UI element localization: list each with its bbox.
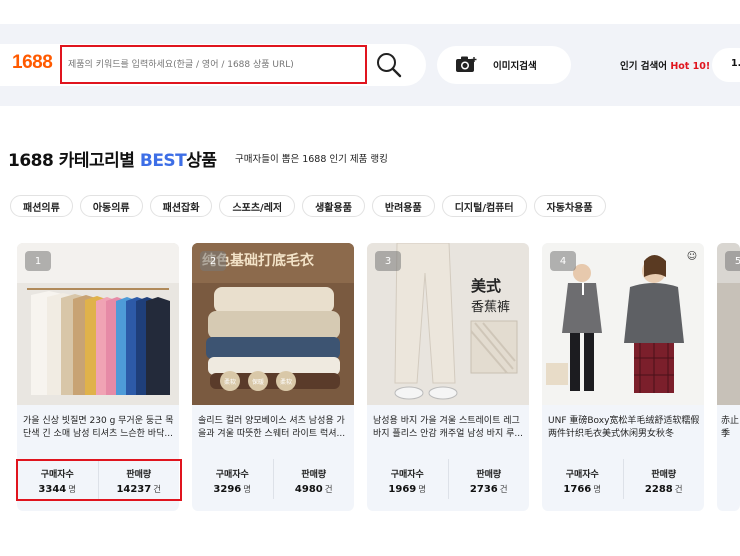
product-title[interactable]: 赤止季20 [721,415,740,441]
sales-stat: 판매량 2288 건 [622,459,705,499]
badge-comfort: 柔软 [280,378,292,386]
sales-stat: 판매량 4980 건 [272,459,355,499]
section-title: 1688 카테고리별 BEST상품 [8,146,217,171]
buyers-value: 3296 명 [192,483,273,495]
category-chip-household[interactable]: 생활용품 [302,195,365,217]
buyers-unit: 명 [593,485,602,495]
image-caption-2: 香蕉裤 [471,300,510,315]
buyers-label: 구매자수 [215,470,249,480]
site-logo[interactable]: 1688 [12,52,53,74]
camera-icon[interactable] [455,55,477,73]
popular-hot-label: Hot 10! [670,61,711,72]
rank-badge: 1 [25,251,51,271]
sales-unit: 건 [324,485,333,495]
sales-label: 판매량 [651,470,677,480]
section-subtitle: 구매자들이 뽑은 1688 인기 제품 랭킹 [235,154,388,165]
sales-unit: 건 [674,485,683,495]
sales-stat: 판매량 2736 건 [447,459,530,499]
category-chip-fashion[interactable]: 패션의류 [10,195,73,217]
image-search-label[interactable]: 이미지검색 [493,58,537,72]
sales-count: 2288 [644,484,673,495]
rank-badge: 2 [200,251,226,271]
search-input[interactable] [60,45,367,84]
section-title-prefix: 1688 카테고리별 [8,151,135,171]
popular-keywords-label: 인기 검색어 Hot 10! [620,58,710,72]
product-title[interactable]: UNF 重磅Boxy宽松羊毛绒舒适软糯假两件针织毛衣美式休闲男女秋冬 [548,415,700,441]
buyers-count: 3296 [213,484,242,495]
rank-badge: 4 [550,251,576,271]
badge-warm: 保暖 [252,378,264,386]
product-card-4[interactable]: ☺ 4 UNF 重磅Boxy宽松羊毛绒舒适软糯假两件针织毛衣美式休闲男女秋冬 구… [542,243,704,511]
search-icon[interactable] [375,51,403,79]
section-title-suffix: 상품 [186,151,217,171]
product-stats: 구매자수 3296 명 판매량 4980 건 [192,459,354,499]
buyers-stat: 구매자수 3296 명 [192,459,273,499]
product-title[interactable]: 남성용 바지 가을 겨울 스트레이트 레그 바지 플리스 안감 캐주얼 남성 바… [373,415,525,441]
product-stats: 구매자수 1766 명 판매량 2288 건 [542,459,704,499]
stats-highlight-box [16,459,182,501]
sales-count: 2736 [469,484,498,495]
buyers-label: 구매자수 [390,470,424,480]
product-card-3[interactable]: 美式 香蕉裤 3 남성용 바지 가을 겨울 스트레이트 레그 바지 플리스 안감… [367,243,529,511]
rank-badge: 5 [725,251,740,271]
section-title-best: BEST [139,151,187,171]
product-title[interactable]: 가을 신상 빗질면 230 g 무거운 둥근 목 단색 긴 소매 남성 티셔츠 … [23,415,175,441]
product-title[interactable]: 솔리드 컬러 양모베이스 셔츠 남성용 가을과 겨울 따뜻한 스웨터 라이트 럭… [198,415,350,441]
buyers-stat: 구매자수 1969 명 [367,459,448,499]
buyers-count: 1766 [563,484,592,495]
category-tabs: 패션의류 아동의류 패션잡화 스포츠/레저 생활용품 반려용품 디지털/컴퓨터 … [10,195,606,217]
product-card-2[interactable]: 纯色基础打底毛衣 柔软 保暖 柔软 2 솔리드 컬러 양모베이스 셔츠 남성용 … [192,243,354,511]
category-chip-accessories[interactable]: 패션잡화 [149,195,213,217]
sales-value: 4980 건 [274,483,355,495]
buyers-label: 구매자수 [565,470,599,480]
category-chip-sports[interactable]: 스포츠/레저 [219,195,296,217]
buyers-unit: 명 [418,485,427,495]
buyers-count: 1969 [388,484,417,495]
popular-prefix: 인기 검색어 [620,61,668,72]
category-chip-kids[interactable]: 아동의류 [79,195,143,217]
product-stats: 구매자수 1969 명 판매량 2736 건 [367,459,529,499]
rank-badge: 3 [375,251,401,271]
sales-unit: 건 [499,485,508,495]
sales-count: 4980 [294,484,323,495]
sales-value: 2288 건 [624,483,705,495]
image-caption-1: 美式 [471,277,501,295]
category-chip-digital[interactable]: 디지털/컴퓨터 [441,195,527,217]
svg-text:☺: ☺ [687,251,697,262]
sales-label: 판매량 [301,470,327,480]
sales-value: 2736 건 [449,483,530,495]
buyers-unit: 명 [243,485,252,495]
product-card-5[interactable]: 5 赤止季20 [717,243,740,511]
category-chip-automotive[interactable]: 자동차용품 [533,195,606,217]
buyers-stat: 구매자수 1766 명 [542,459,623,499]
badge-soft: 柔软 [224,378,236,386]
buyers-value: 1969 명 [367,483,448,495]
category-chip-pets[interactable]: 반려용품 [371,195,435,217]
sales-label: 판매량 [476,470,502,480]
buyers-value: 1766 명 [542,483,623,495]
popular-keyword-rank[interactable]: 1. [731,58,740,69]
